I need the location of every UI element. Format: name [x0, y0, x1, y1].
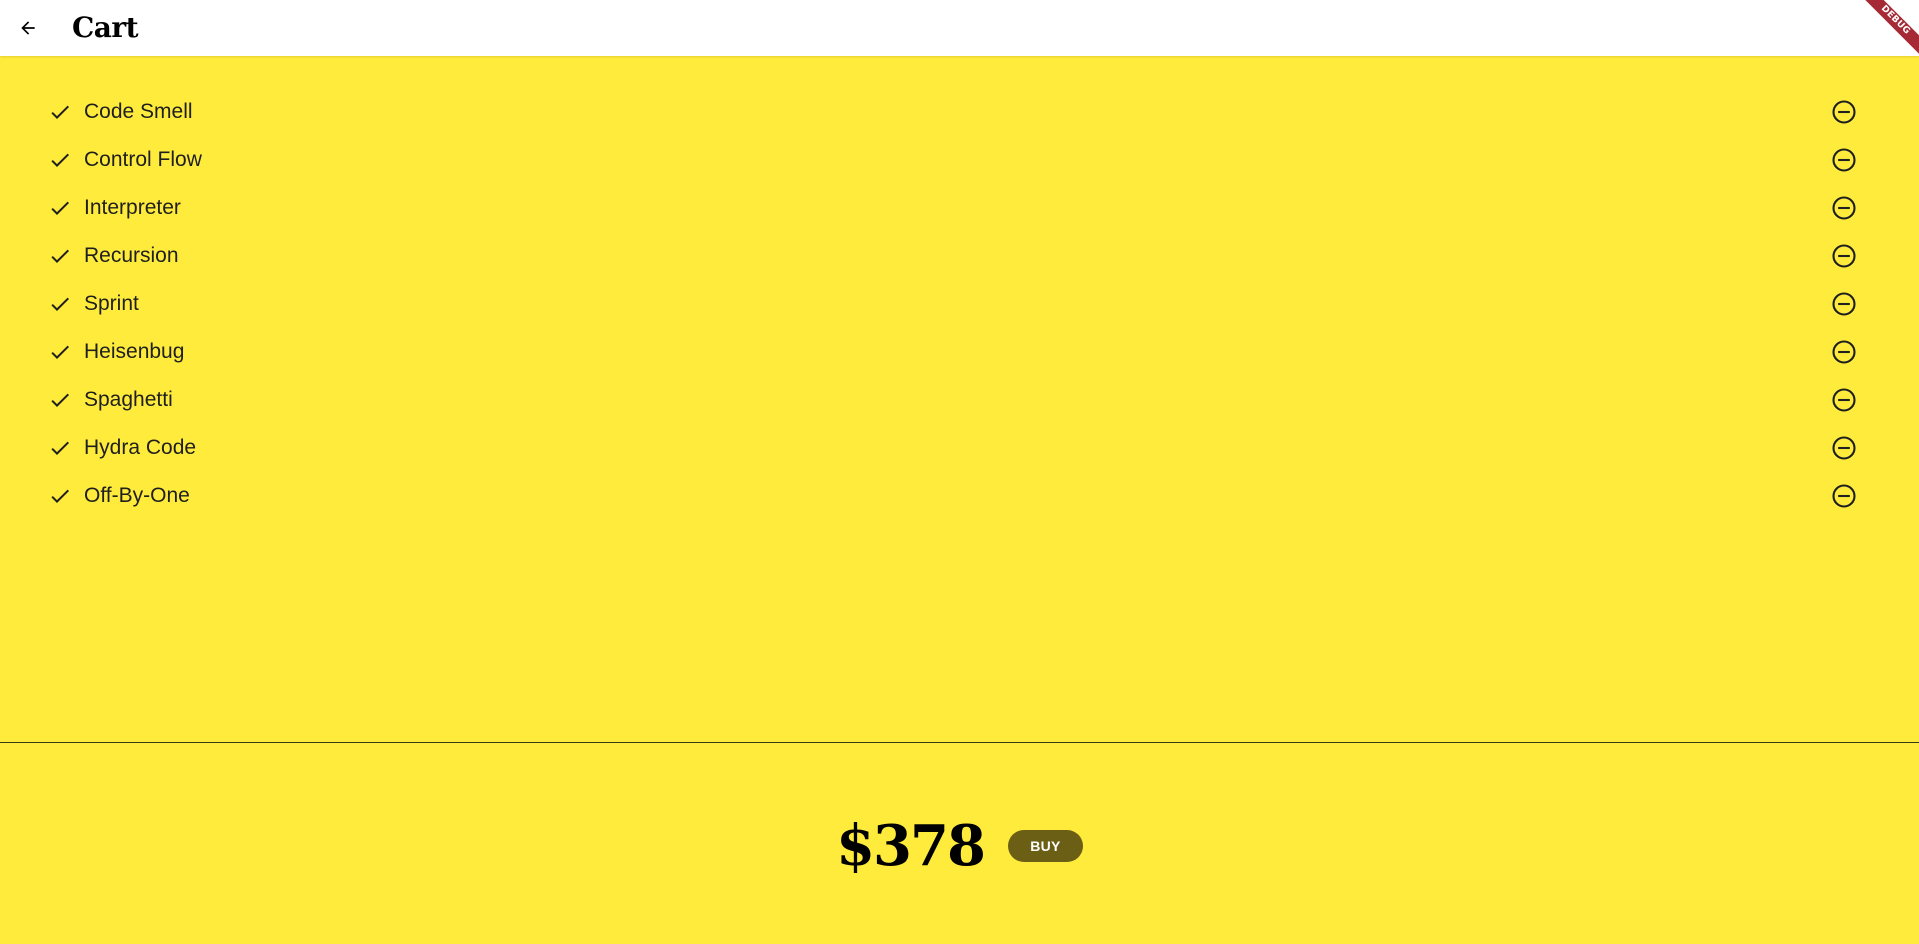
app-bar: Cart: [0, 0, 1919, 56]
cart-item: Off-By-One: [0, 472, 1919, 520]
check-icon: [51, 249, 69, 263]
check-icon: [51, 345, 69, 359]
check-icon: [51, 153, 69, 167]
page-title: Cart: [72, 11, 139, 44]
buy-button[interactable]: BUY: [1007, 830, 1083, 862]
check-icon: [51, 393, 69, 407]
remove-circle-outline-icon[interactable]: [1830, 338, 1858, 366]
cart-item-name: Interpreter: [84, 196, 181, 219]
remove-circle-outline-icon[interactable]: [1830, 194, 1858, 222]
cart-item: Spaghetti: [0, 376, 1919, 424]
debug-banner: DEBUG: [1839, 0, 1919, 80]
check-icon: [51, 297, 69, 311]
remove-circle-outline-icon[interactable]: [1830, 290, 1858, 318]
remove-circle-outline-icon[interactable]: [1830, 98, 1858, 126]
total-row: $378 BUY: [0, 808, 1919, 884]
remove-circle-outline-icon[interactable]: [1830, 482, 1858, 510]
cart-item-name: Hydra Code: [84, 436, 197, 459]
total-price: $378: [836, 813, 986, 879]
cart-item: Hydra Code: [0, 424, 1919, 472]
check-icon: [51, 441, 69, 455]
arrow-back-icon: [21, 21, 35, 35]
back-button[interactable]: [11, 11, 45, 45]
check-icon: [51, 201, 69, 215]
cart-item-list: Code Smell Control Flow Interpreter Recu…: [0, 88, 1919, 520]
cart-item: Heisenbug: [0, 328, 1919, 376]
remove-circle-outline-icon[interactable]: [1830, 386, 1858, 414]
cart-item-name: Spaghetti: [84, 388, 173, 411]
cart-item: Interpreter: [0, 184, 1919, 232]
cart-item: Control Flow: [0, 136, 1919, 184]
cart-item: Recursion: [0, 232, 1919, 280]
check-icon: [51, 105, 69, 119]
remove-circle-outline-icon[interactable]: [1830, 242, 1858, 270]
remove-circle-outline-icon[interactable]: [1830, 146, 1858, 174]
divider: [0, 742, 1919, 743]
cart-item: Sprint: [0, 280, 1919, 328]
cart-item-name: Heisenbug: [84, 340, 185, 363]
cart-item-name: Sprint: [84, 292, 139, 315]
check-icon: [51, 489, 69, 503]
cart-item-name: Recursion: [84, 244, 179, 267]
cart-item: Code Smell: [0, 88, 1919, 136]
debug-banner-label: DEBUG: [1855, 0, 1919, 61]
cart-item-name: Control Flow: [84, 148, 202, 171]
cart-item-name: Code Smell: [84, 100, 193, 123]
cart-item-name: Off-By-One: [84, 484, 190, 507]
remove-circle-outline-icon[interactable]: [1830, 434, 1858, 462]
